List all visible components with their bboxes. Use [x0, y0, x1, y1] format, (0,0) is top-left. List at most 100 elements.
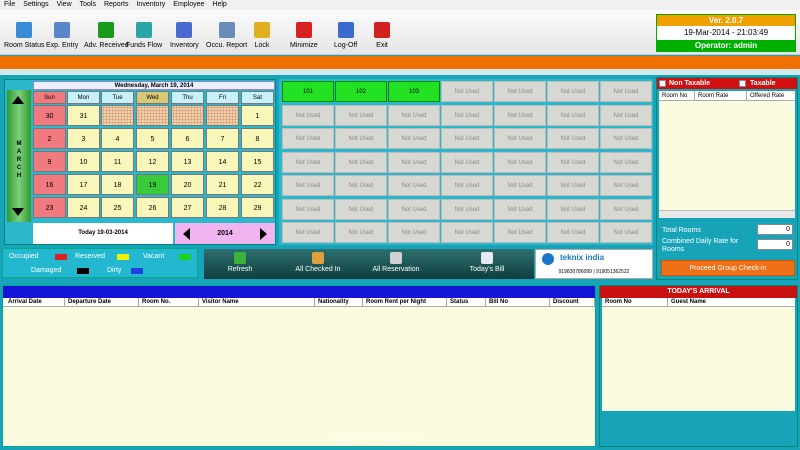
room-cell[interactable]: Not Used: [547, 104, 599, 126]
menu-view[interactable]: View: [53, 0, 76, 10]
calendar-day[interactable]: 29: [241, 197, 274, 218]
menu-help[interactable]: Help: [208, 0, 230, 10]
room-cell[interactable]: Not Used: [547, 128, 599, 149]
calendar-day[interactable]: 9: [33, 151, 66, 172]
calendar-day[interactable]: 14: [206, 151, 239, 172]
exit-button[interactable]: Exit: [374, 12, 390, 52]
calendar-day[interactable]: 25: [101, 197, 134, 218]
room-cell[interactable]: Not Used: [282, 222, 334, 243]
menu-settings[interactable]: Settings: [19, 0, 52, 10]
calendar-day[interactable]: 4: [101, 128, 134, 149]
room-cell[interactable]: Not Used: [441, 128, 493, 149]
room-cell[interactable]: Not Used: [494, 128, 546, 149]
calendar-day[interactable]: 24: [67, 197, 100, 218]
room-cell[interactable]: Not Used: [388, 151, 440, 173]
menu-reports[interactable]: Reports: [100, 0, 133, 10]
calendar-day[interactable]: [206, 105, 239, 126]
room-cell[interactable]: Not Used: [600, 198, 652, 220]
calendar-day[interactable]: 11: [101, 151, 134, 172]
calendar-day[interactable]: 15: [241, 151, 274, 172]
taxable-checkbox[interactable]: [739, 80, 746, 87]
calendar-day[interactable]: 27: [171, 197, 204, 218]
calendar-day[interactable]: 23: [33, 197, 66, 218]
minimize-button[interactable]: Minimize: [290, 12, 318, 52]
room-cell[interactable]: Not Used: [494, 175, 546, 196]
room-cell[interactable]: Not Used: [282, 198, 334, 220]
room-cell[interactable]: Not Used: [494, 222, 546, 243]
all-checked-in-button[interactable]: All Checked In: [288, 252, 348, 278]
room-cell[interactable]: Not Used: [335, 175, 387, 196]
calendar-day[interactable]: 26: [136, 197, 169, 218]
room-cell[interactable]: Not Used: [494, 151, 546, 173]
proceed-group-checkin-button[interactable]: Proceed Group Check-in: [661, 260, 795, 276]
room-cell[interactable]: Not Used: [547, 81, 599, 102]
adv-received-button[interactable]: Adv. Received: [84, 12, 129, 52]
room-cell[interactable]: Not Used: [335, 198, 387, 220]
funds-flow-button[interactable]: Funds Flow: [126, 12, 162, 52]
calendar-day[interactable]: 18: [101, 174, 134, 195]
calendar-day[interactable]: 8: [241, 128, 274, 149]
room-cell[interactable]: Not Used: [547, 198, 599, 220]
all-reservation-button[interactable]: All Reservation: [368, 252, 424, 278]
todays-bill-button[interactable]: Today's Bill: [462, 252, 512, 278]
menu-inventory[interactable]: Inventory: [132, 0, 169, 10]
calendar-day[interactable]: 5: [136, 128, 169, 149]
calendar-day[interactable]: 1: [241, 105, 274, 126]
calendar-day[interactable]: 16: [33, 174, 66, 195]
lock-button[interactable]: Lock: [254, 12, 270, 52]
calendar-day[interactable]: 22: [241, 174, 274, 195]
room-cell[interactable]: Not Used: [388, 222, 440, 243]
calendar-day[interactable]: 17: [67, 174, 100, 195]
calendar-day[interactable]: 19: [136, 174, 169, 195]
room-cell[interactable]: Not Used: [547, 175, 599, 196]
room-cell[interactable]: Not Used: [388, 104, 440, 126]
menu-employee[interactable]: Employee: [169, 0, 208, 10]
room-cell[interactable]: Not Used: [600, 151, 652, 173]
room-cell[interactable]: 103: [388, 81, 440, 102]
room-cell[interactable]: Not Used: [335, 128, 387, 149]
calendar-day[interactable]: 30: [33, 105, 66, 126]
calendar-day[interactable]: 20: [171, 174, 204, 195]
calendar-day[interactable]: 6: [171, 128, 204, 149]
room-cell[interactable]: Not Used: [335, 151, 387, 173]
log-off-button[interactable]: Log-Off: [334, 12, 357, 52]
calendar-day[interactable]: [171, 105, 204, 126]
room-cell[interactable]: Not Used: [547, 151, 599, 173]
room-cell[interactable]: Not Used: [600, 81, 652, 102]
horizontal-scrollbar[interactable]: [659, 210, 795, 218]
prev-month-arrow-icon[interactable]: [12, 96, 24, 104]
room-cell[interactable]: Not Used: [335, 222, 387, 243]
room-cell[interactable]: Not Used: [282, 128, 334, 149]
room-cell[interactable]: Not Used: [494, 198, 546, 220]
room-cell[interactable]: Not Used: [441, 175, 493, 196]
calendar-day[interactable]: 31: [67, 105, 100, 126]
room-cell[interactable]: Not Used: [600, 128, 652, 149]
menu-file[interactable]: File: [0, 0, 19, 10]
next-month-arrow-icon[interactable]: [12, 208, 24, 216]
calendar-day[interactable]: [101, 105, 134, 126]
calendar-day[interactable]: 10: [67, 151, 100, 172]
inventory-button[interactable]: Inventory: [170, 12, 199, 52]
room-cell[interactable]: Not Used: [441, 81, 493, 102]
calendar-day[interactable]: 2: [33, 128, 66, 149]
room-cell[interactable]: Not Used: [600, 222, 652, 243]
refresh-button[interactable]: Refresh: [218, 252, 262, 278]
next-year-arrow-icon[interactable]: [260, 228, 267, 240]
non-taxable-checkbox[interactable]: [659, 80, 666, 87]
room-cell[interactable]: Not Used: [441, 198, 493, 220]
room-cell[interactable]: Not Used: [282, 175, 334, 196]
room-status-button[interactable]: Room Status: [4, 12, 44, 52]
arrival-table-body[interactable]: [602, 307, 795, 411]
room-cell[interactable]: Not Used: [282, 151, 334, 173]
prev-year-arrow-icon[interactable]: [183, 228, 190, 240]
room-cell[interactable]: Not Used: [441, 222, 493, 243]
room-cell[interactable]: 101: [282, 81, 334, 102]
room-cell[interactable]: Not Used: [441, 104, 493, 126]
calendar-day[interactable]: [136, 105, 169, 126]
calendar-day[interactable]: 21: [206, 174, 239, 195]
room-cell[interactable]: Not Used: [388, 175, 440, 196]
room-rate-table-body[interactable]: [659, 101, 795, 218]
room-cell[interactable]: Not Used: [335, 104, 387, 126]
calendar-day[interactable]: 3: [67, 128, 100, 149]
room-cell[interactable]: Not Used: [494, 81, 546, 102]
